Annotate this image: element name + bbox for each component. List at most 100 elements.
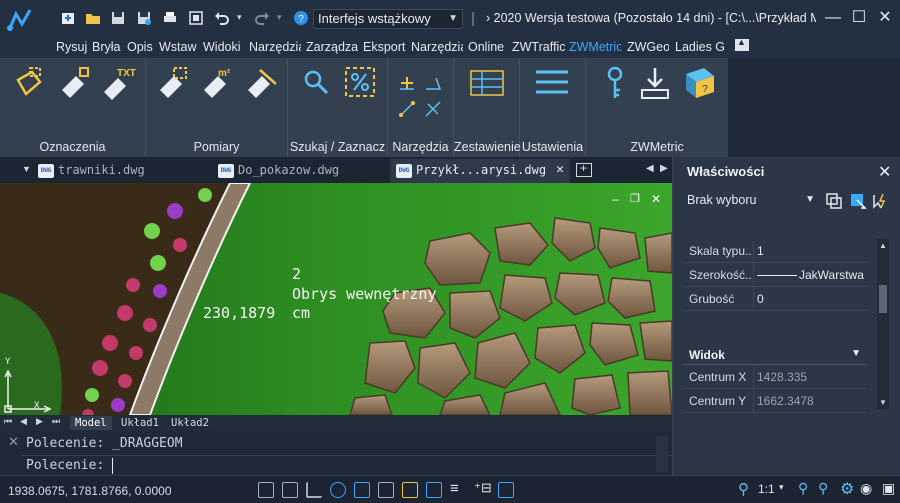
tab-eksport[interactable]: Eksport xyxy=(363,40,407,54)
redo-dropdown-icon[interactable]: ▾ xyxy=(277,12,282,23)
select-objects-icon[interactable] xyxy=(849,192,867,210)
close-tab-icon[interactable]: ✕ xyxy=(556,162,564,177)
save-as-icon[interactable] xyxy=(136,10,152,26)
dynamic-input-icon[interactable] xyxy=(402,482,418,498)
quick-select-icon[interactable] xyxy=(871,192,889,210)
new-file-icon[interactable] xyxy=(60,10,76,26)
layout-tab-model[interactable]: Model xyxy=(70,416,112,430)
property-row-center-x[interactable]: Centrum X 1428.335 xyxy=(683,365,867,389)
tab-rysuj[interactable]: Rysuj xyxy=(56,40,88,54)
command-close-icon[interactable]: ✕ xyxy=(8,434,19,450)
schedule-table-icon[interactable] xyxy=(470,70,504,96)
label-area-icon[interactable] xyxy=(12,66,46,100)
tab-zwtraffic[interactable]: ZWTraffic xyxy=(512,40,566,54)
ribbon-collapse-button[interactable]: ▲ xyxy=(735,37,749,51)
selection-cycling-icon[interactable]: ⁺⊟ xyxy=(474,480,492,496)
minimize-button[interactable]: — xyxy=(822,8,844,28)
label-text-icon[interactable]: TXT xyxy=(100,64,138,100)
angle-tool-icon[interactable] xyxy=(424,76,442,90)
grid-toggle-icon[interactable] xyxy=(258,482,274,498)
property-row-linetype-scale[interactable]: Skala typu... 1 xyxy=(683,239,867,263)
tab-narzedzia[interactable]: Narzędzia xyxy=(249,40,301,54)
selection-dropdown[interactable]: Brak wyboru ▼ xyxy=(683,191,817,211)
section-header-widok[interactable]: Widok ▼ xyxy=(683,345,867,365)
doc-tab-trawniki[interactable]: DWG trawniki.dwg xyxy=(32,159,210,183)
undo-icon[interactable] xyxy=(214,10,230,26)
tab-list-dropdown-icon[interactable]: ▼ xyxy=(22,164,31,174)
osnap-toggle-icon[interactable] xyxy=(354,482,370,498)
tab-bryla[interactable]: Bryła xyxy=(92,40,124,54)
lineweight-toggle-icon[interactable] xyxy=(426,482,442,498)
scale-dropdown-icon[interactable]: ▾ xyxy=(779,482,784,493)
save-icon[interactable] xyxy=(110,10,126,26)
measure-length-icon[interactable] xyxy=(244,66,278,100)
drawing-canvas[interactable]: X Y 2 Obrys wewnętrzny cm 230,1879 – ❐ ✕ xyxy=(0,183,672,415)
layout-tab-uklad2[interactable]: Układ2 xyxy=(166,416,214,430)
command-scrollbar[interactable] xyxy=(656,436,668,472)
download-update-icon[interactable] xyxy=(640,66,670,100)
ui-mode-select[interactable]: Interfejs wstążkowy ▼ xyxy=(313,9,463,29)
layout-last-icon[interactable]: ⏭ xyxy=(52,416,60,427)
tab-wstaw[interactable]: Wstaw xyxy=(159,40,197,54)
polar-toggle-icon[interactable] xyxy=(330,482,346,498)
auto-scale-icon[interactable]: ⚲ xyxy=(818,480,828,497)
command-input[interactable] xyxy=(112,458,652,474)
property-row-center-y[interactable]: Centrum Y 1662.3478 xyxy=(683,389,867,413)
properties-close-icon[interactable]: ✕ xyxy=(878,162,891,182)
viewport-minimize-icon[interactable]: – xyxy=(612,192,619,206)
menu-icon[interactable]: ≡ xyxy=(450,480,459,497)
snap-toggle-icon[interactable] xyxy=(282,482,298,498)
layout-next-icon[interactable]: ▶ xyxy=(36,416,43,427)
search-icon[interactable] xyxy=(302,68,330,96)
measure-select-icon[interactable] xyxy=(156,66,190,100)
redo-icon[interactable] xyxy=(254,10,270,26)
annotation-scale-value[interactable]: 1:1 xyxy=(758,482,775,496)
annotation-monitor-icon[interactable] xyxy=(498,482,514,498)
scrollbar-thumb[interactable] xyxy=(879,285,887,313)
scroll-down-icon[interactable]: ▼ xyxy=(879,398,887,407)
help-book-icon[interactable]: ? xyxy=(684,66,716,100)
property-row-thickness[interactable]: Grubość 0 xyxy=(683,287,867,311)
measure-area-icon[interactable]: m² xyxy=(200,64,236,100)
otrack-toggle-icon[interactable] xyxy=(378,482,394,498)
tab-zwmetric[interactable]: ZWMetric xyxy=(569,40,621,54)
undo-dropdown-icon[interactable]: ▾ xyxy=(237,12,242,23)
layout-prev-icon[interactable]: ◀ xyxy=(20,416,27,427)
clean-screen-icon[interactable]: ▣ xyxy=(882,480,895,497)
label-tag-icon[interactable] xyxy=(58,66,92,100)
viewport-close-icon[interactable]: ✕ xyxy=(651,192,661,206)
tab-scroll-right-icon[interactable]: ▶ xyxy=(660,163,668,174)
tab-opis[interactable]: Opis xyxy=(127,40,155,54)
tab-zarzadzaj[interactable]: Zarządzaj xyxy=(306,40,358,54)
property-row-lineweight[interactable]: Szerokość... JakWarstwa xyxy=(683,263,867,287)
print-icon[interactable] xyxy=(162,10,178,26)
maximize-button[interactable]: ☐ xyxy=(848,8,870,28)
doc-tab-do-pokazow[interactable]: DWG Do_pokazow.dwg xyxy=(212,159,388,183)
trim-tool-icon[interactable] xyxy=(424,100,442,118)
close-button[interactable]: ✕ xyxy=(874,8,896,28)
tab-zwgeo[interactable]: ZWGeo xyxy=(627,40,669,54)
license-key-icon[interactable] xyxy=(604,66,626,100)
select-percent-icon[interactable] xyxy=(344,66,376,98)
annotation-visibility-icon[interactable]: ⚲ xyxy=(798,480,808,497)
tab-widoki[interactable]: Widoki xyxy=(203,40,243,54)
layout-first-icon[interactable]: ⏮ xyxy=(4,416,12,427)
ortho-toggle-icon[interactable] xyxy=(306,482,322,498)
tab-scroll-left-icon[interactable]: ◀ xyxy=(646,163,654,174)
tab-ladies-gr[interactable]: Ladies Gr xyxy=(675,40,725,54)
layout-tab-uklad1[interactable]: Układ1 xyxy=(116,416,164,430)
fit-view-icon[interactable] xyxy=(188,10,204,26)
add-tool-icon[interactable] xyxy=(398,76,416,90)
help-icon[interactable]: ? xyxy=(293,10,309,26)
tab-online[interactable]: Online xyxy=(468,40,506,54)
new-tab-icon[interactable]: + xyxy=(576,161,592,177)
scroll-up-icon[interactable]: ▲ xyxy=(879,241,887,250)
isolate-objects-icon[interactable]: ◉ xyxy=(860,480,872,497)
settings-list-icon[interactable] xyxy=(534,68,570,98)
open-folder-icon[interactable] xyxy=(85,10,101,26)
doc-tab-przyklad[interactable]: DWG Przykł...arysi.dwg ✕ xyxy=(390,159,570,183)
properties-scrollbar[interactable]: ▲ ▼ xyxy=(877,239,889,409)
connect-points-icon[interactable] xyxy=(398,100,416,118)
tab-narzedzia-2[interactable]: Narzędzia xyxy=(411,40,463,54)
annotation-scale-icon[interactable]: ⚲ xyxy=(738,480,749,498)
